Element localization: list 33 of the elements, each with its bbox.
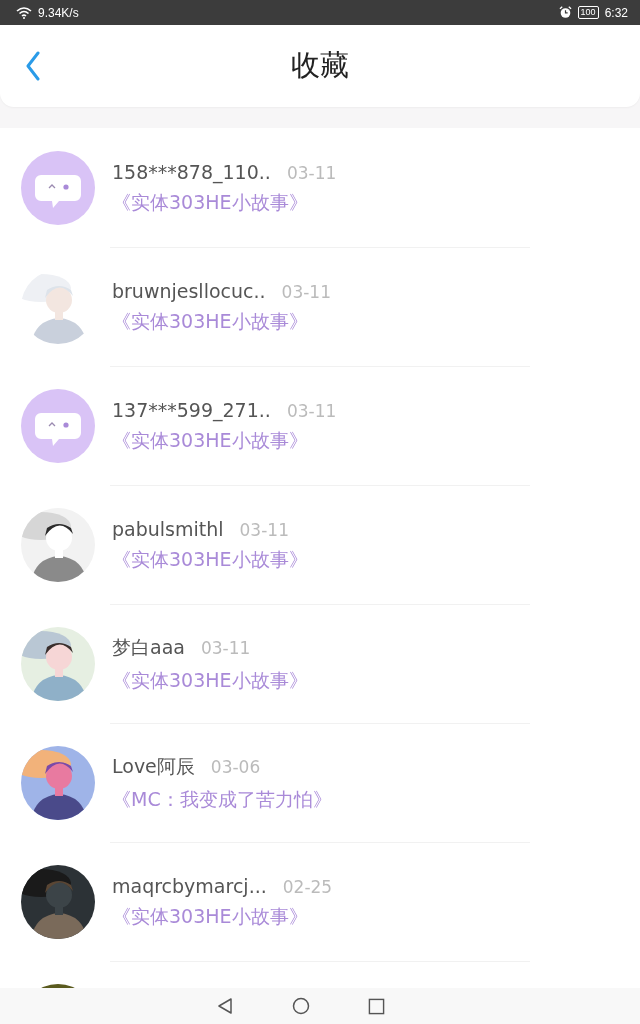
alarm-icon bbox=[558, 6, 572, 19]
book-title[interactable]: 《实体303HE小故事》 bbox=[112, 668, 308, 694]
date: 02-25 bbox=[282, 877, 333, 897]
date: 03-11 bbox=[239, 520, 289, 540]
back-nav-icon[interactable] bbox=[215, 997, 234, 1015]
user-name: Love阿辰 bbox=[112, 754, 195, 779]
default-avatar-icon bbox=[21, 388, 95, 463]
date: 03-06 bbox=[210, 757, 261, 777]
book-title[interactable]: 《实体303HE小故事》 bbox=[112, 428, 337, 454]
user-name: pabulsmithl bbox=[112, 518, 224, 540]
battery-level: 100 bbox=[577, 6, 599, 19]
book-title[interactable]: 《MC：我变成了苦力怕》 bbox=[112, 787, 332, 813]
home-icon[interactable] bbox=[291, 997, 310, 1015]
clock: 6:32 bbox=[604, 5, 628, 20]
date: 03-11 bbox=[281, 282, 331, 302]
user-name: 137***599_271.. bbox=[112, 399, 271, 421]
date: 03-11 bbox=[286, 401, 337, 421]
book-title[interactable]: 《实体303HE小故事》 bbox=[112, 309, 331, 335]
default-avatar-icon bbox=[21, 150, 95, 225]
network-speed: 9.34K/s bbox=[38, 5, 79, 20]
date: 03-11 bbox=[200, 638, 251, 658]
book-title[interactable]: 《实体303HE小故事》 bbox=[112, 904, 333, 930]
back-icon[interactable] bbox=[25, 51, 41, 81]
user-name: 158***878_110.. bbox=[112, 161, 271, 183]
book-title[interactable]: 《实体303HE小故事》 bbox=[112, 190, 337, 216]
wifi-icon bbox=[16, 6, 32, 19]
page-title: 收藏 bbox=[290, 47, 350, 84]
user-name: maqrcbymarcj... bbox=[112, 875, 267, 897]
user-name: bruwnjesllocuc.. bbox=[112, 280, 266, 302]
user-name: 梦白aaa bbox=[112, 635, 185, 660]
book-title[interactable]: 《实体303HE小故事》 bbox=[112, 547, 308, 573]
recents-icon[interactable] bbox=[367, 997, 385, 1015]
date: 03-11 bbox=[286, 163, 337, 183]
